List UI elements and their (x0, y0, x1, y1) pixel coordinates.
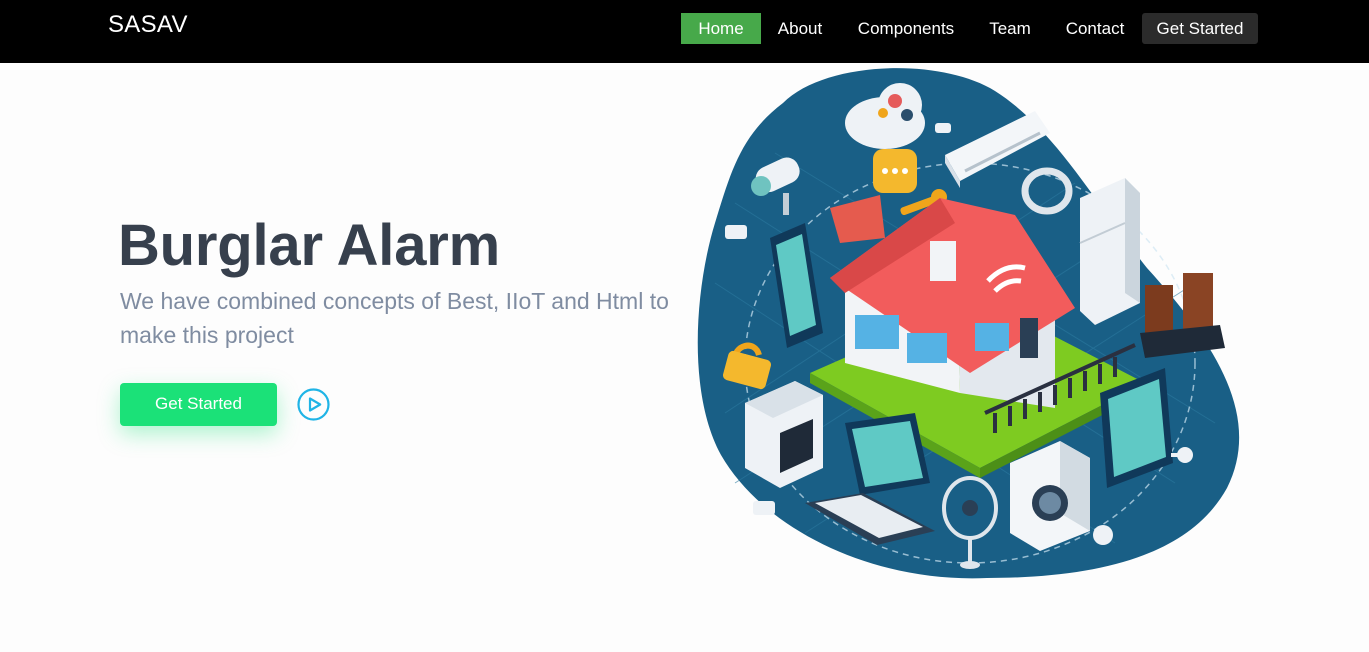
nav-components-link[interactable]: Components (846, 13, 966, 44)
hero-subtitle: We have combined concepts of Best, IIoT … (120, 288, 669, 348)
brand-logo[interactable]: SASAV (108, 11, 188, 39)
nav-home-link[interactable]: Home (681, 13, 761, 44)
smart-home-iot-illustration (697, 68, 1240, 579)
hero-get-started-button[interactable]: Get Started (120, 383, 277, 426)
play-circle-icon[interactable] (297, 388, 330, 421)
nav-team-link[interactable]: Team (980, 13, 1040, 44)
refrigerator-icon (1079, 178, 1140, 325)
nav-about-link[interactable]: About (766, 13, 834, 44)
nav-contact-link[interactable]: Contact (1056, 13, 1134, 44)
hero-title: Burglar Alarm (118, 213, 501, 278)
top-navbar: SASAV Home About Components Team Contact… (0, 0, 1369, 63)
nav-get-started-button[interactable]: Get Started (1142, 13, 1258, 44)
